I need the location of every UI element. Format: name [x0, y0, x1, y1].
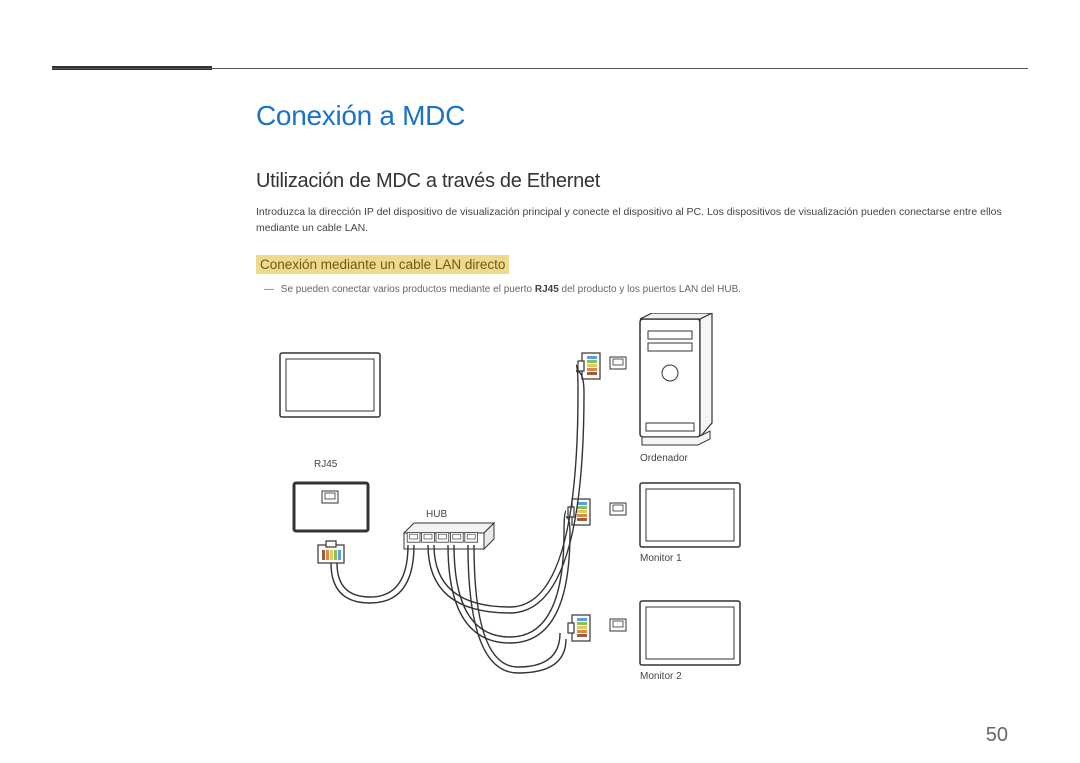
- label-computer: Ordenador: [640, 453, 688, 464]
- note-dash: ―: [264, 284, 278, 295]
- label-rj45: RJ45: [314, 459, 337, 470]
- connection-diagram: RJ45 HUB Ordenador Monitor 1 Monitor 2: [270, 313, 790, 713]
- source-monitor-icon: [280, 353, 380, 417]
- diagram-svg: [270, 313, 790, 713]
- page-content: Conexión a MDC Utilización de MDC a trav…: [256, 100, 1008, 713]
- section-title: Utilización de MDC a través de Ethernet: [256, 170, 1008, 193]
- note-paragraph: ― Se pueden conectar varios productos me…: [264, 284, 1008, 295]
- note-text-b: del producto y los puertos LAN del HUB.: [559, 284, 741, 295]
- hub-icon: [404, 523, 494, 549]
- monitor1-icon: [640, 483, 740, 547]
- computer-icon: [640, 313, 712, 445]
- note-text-a: Se pueden conectar varios productos medi…: [281, 284, 535, 295]
- label-monitor2: Monitor 2: [640, 671, 682, 682]
- rj45-panel-icon: [294, 483, 368, 531]
- note-bold: RJ45: [535, 284, 559, 295]
- label-hub: HUB: [426, 509, 447, 520]
- header-rule: [52, 68, 1028, 69]
- page-number: 50: [986, 724, 1008, 747]
- monitor2-icon: [640, 601, 740, 665]
- label-monitor1: Monitor 1: [640, 553, 682, 564]
- page-title: Conexión a MDC: [256, 100, 1008, 132]
- intro-paragraph: Introduzca la dirección IP del dispositi…: [256, 205, 1008, 237]
- subsection-title: Conexión mediante un cable LAN directo: [256, 255, 509, 274]
